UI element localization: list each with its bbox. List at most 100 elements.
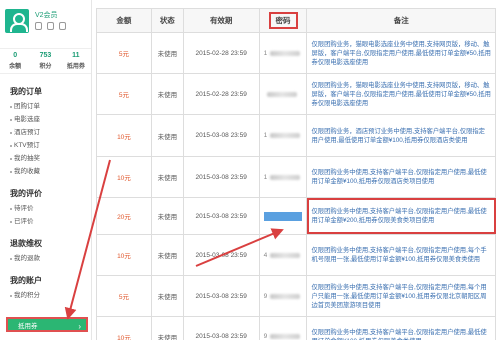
header-status: 状态 <box>152 9 184 32</box>
cell-expiry: 2015-03-08 23:59 <box>184 115 260 156</box>
blurred-code <box>270 293 301 299</box>
points-label: 积分 <box>39 64 52 70</box>
cell-status: 未使用 <box>152 317 184 340</box>
header-expiry: 有效期 <box>184 9 260 32</box>
cell-note: 仅限团购业务，猫眼电影选座业务中使用,支持网页版，移动、触屏版，客户端平台,仅限… <box>307 33 496 73</box>
cell-status: 未使用 <box>152 198 184 234</box>
table-row: 5元 未使用 2015-02-28 23:59 仅限团购业务，猫眼电影选座业务中… <box>97 74 496 115</box>
blurred-code <box>266 91 297 97</box>
coupon-table: 金额 状态 有效期 密码 备注 5元 未使用 2015-02-28 23:59 … <box>96 8 496 340</box>
cell-code: 9 <box>260 317 308 340</box>
table-row: 5元 未使用 2015-03-08 23:59 9 仅限团购业务中使用,支持客户… <box>97 276 496 317</box>
table-header: 金额 状态 有效期 密码 备注 <box>97 9 496 33</box>
cell-expiry: 2015-03-08 23:59 <box>184 157 260 197</box>
cell-note: 仅限团购业务中使用,支持客户端平台,仅限指定用户使用,每个用户只能用一张,最低使… <box>307 276 496 316</box>
mail-icon[interactable] <box>59 22 66 30</box>
account-stats: 0 余额 753 积分 11 抵用券 <box>0 48 91 74</box>
cell-code: 4 <box>260 235 308 275</box>
sidebar-item-my-refunds[interactable]: 我的退款 <box>0 252 91 265</box>
table-row: 5元 未使用 2015-02-28 23:59 1 仅限团购业务，猫眼电影选座业… <box>97 33 496 74</box>
member-level[interactable]: V2会员 <box>35 10 58 20</box>
balance-label: 余额 <box>9 64 22 70</box>
sidebar: V2会员 0 余额 753 积分 11 抵用券 我的订单 团购订单 电影选座 酒… <box>0 0 92 340</box>
cell-status: 未使用 <box>152 157 184 197</box>
shield-icon[interactable] <box>47 22 54 30</box>
blurred-code <box>270 50 301 56</box>
cell-expiry: 2015-03-08 23:59 <box>184 317 260 340</box>
cell-status: 未使用 <box>152 276 184 316</box>
header-code: 密码 <box>260 9 308 32</box>
cell-status: 未使用 <box>152 235 184 275</box>
balance-value: 0 <box>13 52 18 59</box>
user-profile: V2会员 <box>5 9 89 39</box>
table-row: 10元 未使用 2015-03-08 23:59 4 仅限团购业务中使用,支持客… <box>97 235 496 276</box>
header-code-label: 密码 <box>268 12 298 29</box>
stat-balance[interactable]: 0 余额 <box>0 49 30 73</box>
cell-note: 仅限团购业务，酒店预订业务中使用,支持客户端平台,仅限指定用户使用,最低使用订单… <box>307 115 496 156</box>
stat-points[interactable]: 753 积分 <box>30 49 60 73</box>
blurred-code <box>270 252 301 258</box>
blurred-code <box>270 133 301 138</box>
cell-note: 仅限团购业务中使用,支持客户端平台,仅限指定用户使用,最低使用订单金额¥100,… <box>307 157 496 197</box>
highlighted-code[interactable] <box>263 211 302 221</box>
sidebar-item-hotel[interactable]: 酒店预订 <box>0 126 91 139</box>
nav-section-refunds: 退款维权 <box>10 239 42 248</box>
nav-section-account: 我的账户 <box>10 276 42 285</box>
code-prefix: 4 <box>263 251 268 259</box>
sidebar-item-favorites[interactable]: 我的收藏 <box>0 165 91 178</box>
header-note: 备注 <box>307 9 496 32</box>
cell-amount: 5元 <box>97 33 152 73</box>
sidebar-item-my-points[interactable]: 我的积分 <box>0 289 91 302</box>
cell-expiry: 2015-02-28 23:59 <box>184 33 260 73</box>
blurred-code <box>270 174 301 180</box>
avatar[interactable] <box>5 9 29 33</box>
sidebar-item-movie-seats[interactable]: 电影选座 <box>0 113 91 126</box>
cell-expiry: 2015-03-08 23:59 <box>184 276 260 316</box>
points-value: 753 <box>39 52 52 59</box>
sidebar-item-lottery[interactable]: 我的抽奖 <box>0 152 91 165</box>
sidebar-item-coupons-label: 抵用券 <box>18 323 38 330</box>
stat-coupons[interactable]: 11 抵用券 <box>61 49 91 73</box>
coupons-label: 抵用券 <box>66 64 85 70</box>
code-prefix: 9 <box>263 333 268 340</box>
cell-note: 仅限团购业务中使用,支持客户端平台,仅限指定用户使用,最低使用订单金额¥100,… <box>307 317 496 340</box>
cell-code <box>260 198 308 234</box>
cell-note: 仅限团购业务中使用,支持客户端平台,仅限指定用户使用,每个手机号限用一张,最低使… <box>307 235 496 275</box>
cell-amount: 10元 <box>97 235 152 275</box>
header-amount: 金额 <box>97 9 152 32</box>
cell-code: 1 <box>260 115 308 156</box>
chevron-right-icon: › <box>78 322 81 331</box>
table-row: 20元 未使用 2015-03-08 23:59 仅限团购业务中使用,支持客户端… <box>97 198 496 235</box>
sidebar-item-coupons[interactable]: 抵用券 › <box>6 317 88 332</box>
code-prefix: 9 <box>263 292 268 300</box>
cell-expiry: 2015-03-08 23:59 <box>184 198 260 234</box>
cell-status: 未使用 <box>152 74 184 114</box>
code-prefix: 1 <box>263 132 268 139</box>
cell-amount: 20元 <box>97 198 152 234</box>
phone-icon[interactable] <box>35 22 42 30</box>
cell-note: 仅限团购业务，猫眼电影选座业务中使用,支持网页版，移动、触屏版，客户端平台,仅限… <box>307 74 496 114</box>
code-prefix: 1 <box>263 173 268 181</box>
verification-icons <box>35 22 66 30</box>
cell-amount: 5元 <box>97 276 152 316</box>
sidebar-item-pending-review[interactable]: 待评价 <box>0 202 91 215</box>
cell-status: 未使用 <box>152 33 184 73</box>
cell-amount: 10元 <box>97 157 152 197</box>
cell-amount: 5元 <box>97 74 152 114</box>
sidebar-item-reviewed[interactable]: 已评价 <box>0 215 91 228</box>
sidebar-nav: 我的订单 团购订单 电影选座 酒店预订 KTV预订 我的抽奖 我的收藏 我的评价… <box>0 84 91 302</box>
coupons-value: 11 <box>72 52 80 59</box>
cell-code: 1 <box>260 33 308 73</box>
sidebar-item-group-orders[interactable]: 团购订单 <box>0 100 91 113</box>
cell-code <box>260 74 308 114</box>
blurred-code <box>270 334 301 339</box>
cell-code: 9 <box>260 276 308 316</box>
sidebar-item-ktv[interactable]: KTV预订 <box>0 139 91 152</box>
nav-section-reviews: 我的评价 <box>10 189 42 198</box>
table-row: 10元 未使用 2015-03-08 23:59 1 仅限团购业务中使用,支持客… <box>97 157 496 198</box>
cell-amount: 10元 <box>97 317 152 340</box>
cell-status: 未使用 <box>152 115 184 156</box>
cell-expiry: 2015-02-28 23:59 <box>184 74 260 114</box>
nav-section-orders: 我的订单 <box>10 87 42 96</box>
cell-amount: 10元 <box>97 115 152 156</box>
